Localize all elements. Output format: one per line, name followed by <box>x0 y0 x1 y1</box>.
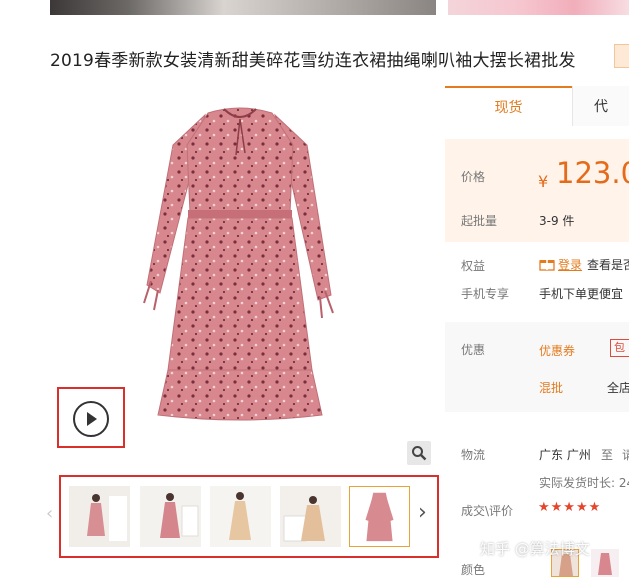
moq-label: 起批量 <box>461 214 498 228</box>
discount-panel <box>445 322 629 412</box>
purchase-mode-tabs: 现货 代 <box>445 86 629 126</box>
thumbnail-image <box>280 486 341 547</box>
logistics-label: 物流 <box>461 448 486 462</box>
reviews-label: 成交\评价 <box>461 504 514 518</box>
thumbnail-active[interactable] <box>349 486 410 547</box>
benefits-label: 权益 <box>461 259 486 273</box>
search-icon <box>412 446 427 461</box>
thumbnail[interactable] <box>69 486 130 547</box>
top-banner-strip <box>0 0 629 16</box>
discount-label: 优惠 <box>461 343 486 357</box>
mobile-label: 手机专享 <box>461 287 510 301</box>
origin-location: 广东 广州 <box>539 448 591 462</box>
rating-stars[interactable]: ★★★★★ <box>538 500 601 515</box>
login-link[interactable]: 登录 <box>558 256 582 273</box>
chevron-left-icon[interactable]: ‹ <box>46 503 53 524</box>
thumbnail[interactable] <box>140 486 201 547</box>
swatch-image <box>591 549 619 577</box>
play-video-button[interactable] <box>73 401 109 437</box>
banner-image-right[interactable] <box>448 0 629 15</box>
gift-icon <box>539 260 555 271</box>
thumbnail[interactable] <box>210 486 271 547</box>
chevron-right-icon[interactable]: › <box>418 500 427 525</box>
video-highlight-box <box>57 387 125 448</box>
zoom-button[interactable] <box>407 441 431 465</box>
coupon-tag[interactable]: 包 <box>610 339 629 357</box>
color-swatch[interactable] <box>591 549 619 577</box>
banner-image-left[interactable] <box>50 0 436 15</box>
to-label: 至 <box>601 448 614 462</box>
ship-time: 实际发货时长: 24 <box>539 476 629 490</box>
mixed-batch-label[interactable]: 混批 <box>539 379 563 396</box>
thumbnail-image <box>210 486 271 547</box>
login-hint: 查看是否 <box>587 258 629 272</box>
destination-select[interactable]: 请 <box>622 446 629 463</box>
price-label: 价格 <box>461 170 486 184</box>
watermark: 知乎 @算法博文 <box>480 540 590 558</box>
thumbnail-image <box>69 486 130 547</box>
price-value: 123.0 <box>556 156 629 190</box>
tab-dropship[interactable]: 代 <box>572 86 629 126</box>
mixed-batch-text: 全店 <box>607 381 629 395</box>
thumbnail[interactable] <box>280 486 341 547</box>
thumbnail-image <box>350 487 409 546</box>
color-label: 颜色 <box>461 563 486 577</box>
title-badge <box>614 44 629 68</box>
tab-in-stock[interactable]: 现货 <box>445 86 572 126</box>
coupon-link[interactable]: 优惠券 <box>539 342 575 359</box>
thumbnail-image <box>140 486 201 547</box>
moq-value: 3-9 件 <box>539 214 575 228</box>
currency-symbol: ¥ <box>538 172 549 191</box>
play-icon <box>87 412 97 426</box>
product-title: 2019春季新款女装清新甜美碎花雪纺连衣裙抽绳喇叭袖大摆长裙批发 <box>50 51 576 71</box>
mobile-text: 手机下单更便宜 <box>539 287 624 301</box>
